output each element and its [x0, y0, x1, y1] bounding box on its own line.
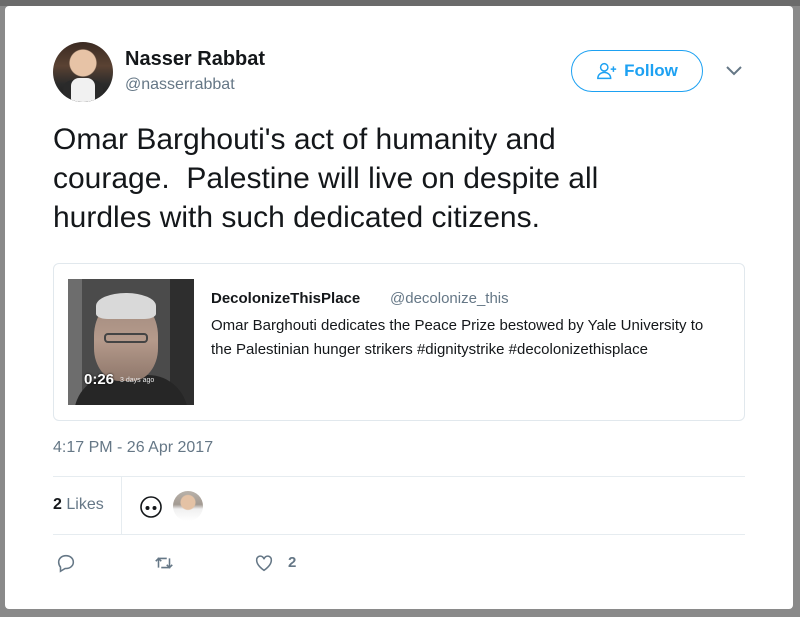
- retweet-icon: [155, 557, 173, 569]
- likes-summary[interactable]: 2 Likes: [53, 496, 104, 514]
- reply-icon: [57, 554, 75, 573]
- liker-avatar[interactable]: [173, 491, 203, 521]
- divider-bottom: [53, 534, 745, 535]
- likes-label: Likes: [66, 496, 104, 513]
- thumbnail-background: [68, 279, 82, 405]
- video-overlay-text: 3 days ago: [120, 377, 155, 384]
- quoted-author-handle: @decolonize_this: [390, 290, 509, 307]
- video-thumbnail[interactable]: 0:26 3 days ago: [68, 279, 194, 405]
- add-person-icon: [597, 62, 617, 80]
- heart-icon: [255, 555, 273, 572]
- avatar-shirt: [71, 78, 95, 102]
- like-button[interactable]: [253, 552, 275, 579]
- follow-label: Follow: [624, 61, 678, 80]
- tweet-timestamp[interactable]: 4:17 PM - 26 Apr 2017: [53, 439, 213, 457]
- author-avatar[interactable]: [53, 42, 113, 102]
- video-duration: 0:26: [84, 371, 115, 388]
- quoted-tweet[interactable]: 0:26 3 days ago DecolonizeThisPlace @dec…: [53, 263, 745, 421]
- divider-top: [53, 476, 745, 477]
- retweet-button[interactable]: [153, 552, 175, 579]
- chevron-down-icon[interactable]: [725, 64, 743, 78]
- author-handle[interactable]: @nasserrabbat: [125, 76, 235, 94]
- likes-divider: [121, 476, 122, 534]
- tweet-card: Nasser Rabbat @nasserrabbat Follow Omar …: [5, 6, 793, 609]
- follow-button[interactable]: Follow: [571, 50, 703, 92]
- author-name[interactable]: Nasser Rabbat: [125, 48, 265, 71]
- thumbnail-hair: [96, 293, 156, 319]
- thumbnail-glasses: [104, 333, 148, 343]
- like-count: 2: [288, 554, 297, 571]
- quoted-author-name: DecolonizeThisPlace: [211, 290, 361, 307]
- likes-count: 2: [53, 496, 62, 513]
- smiley-face-icon[interactable]: [139, 495, 163, 519]
- tweet-text: Omar Barghouti's act of humanity and cou…: [53, 123, 599, 234]
- reply-button[interactable]: [55, 552, 77, 579]
- quoted-tweet-text: Omar Barghouti dedicates the Peace Prize…: [211, 317, 704, 358]
